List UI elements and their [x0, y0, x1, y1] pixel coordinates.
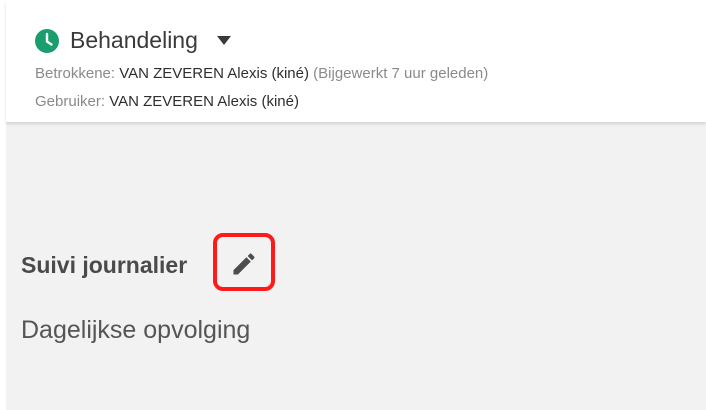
user-label: Gebruiker:	[35, 93, 106, 110]
updated-note: (Bijgewerkt 7 uur geleden)	[313, 65, 489, 82]
treatment-title[interactable]: Behandeling	[70, 26, 198, 54]
involved-value: VAN ZEVEREN Alexis (kiné)	[119, 65, 309, 82]
header-card: Behandeling Betrokkene: VAN ZEVEREN Alex…	[6, 0, 706, 122]
section-title: Suivi journalier	[21, 252, 188, 278]
pencil-icon	[233, 253, 255, 275]
involved-line: Betrokkene: VAN ZEVEREN Alexis (kiné) (B…	[35, 64, 488, 84]
edit-button[interactable]	[213, 233, 275, 291]
user-line: Gebruiker: VAN ZEVEREN Alexis (kiné)	[35, 92, 299, 112]
clock-icon	[35, 29, 59, 53]
section-subtitle: Dagelijkse opvolging	[21, 316, 251, 344]
user-value: VAN ZEVEREN Alexis (kiné)	[109, 93, 299, 110]
caret-down-icon[interactable]	[217, 36, 231, 45]
involved-label: Betrokkene:	[35, 65, 116, 82]
